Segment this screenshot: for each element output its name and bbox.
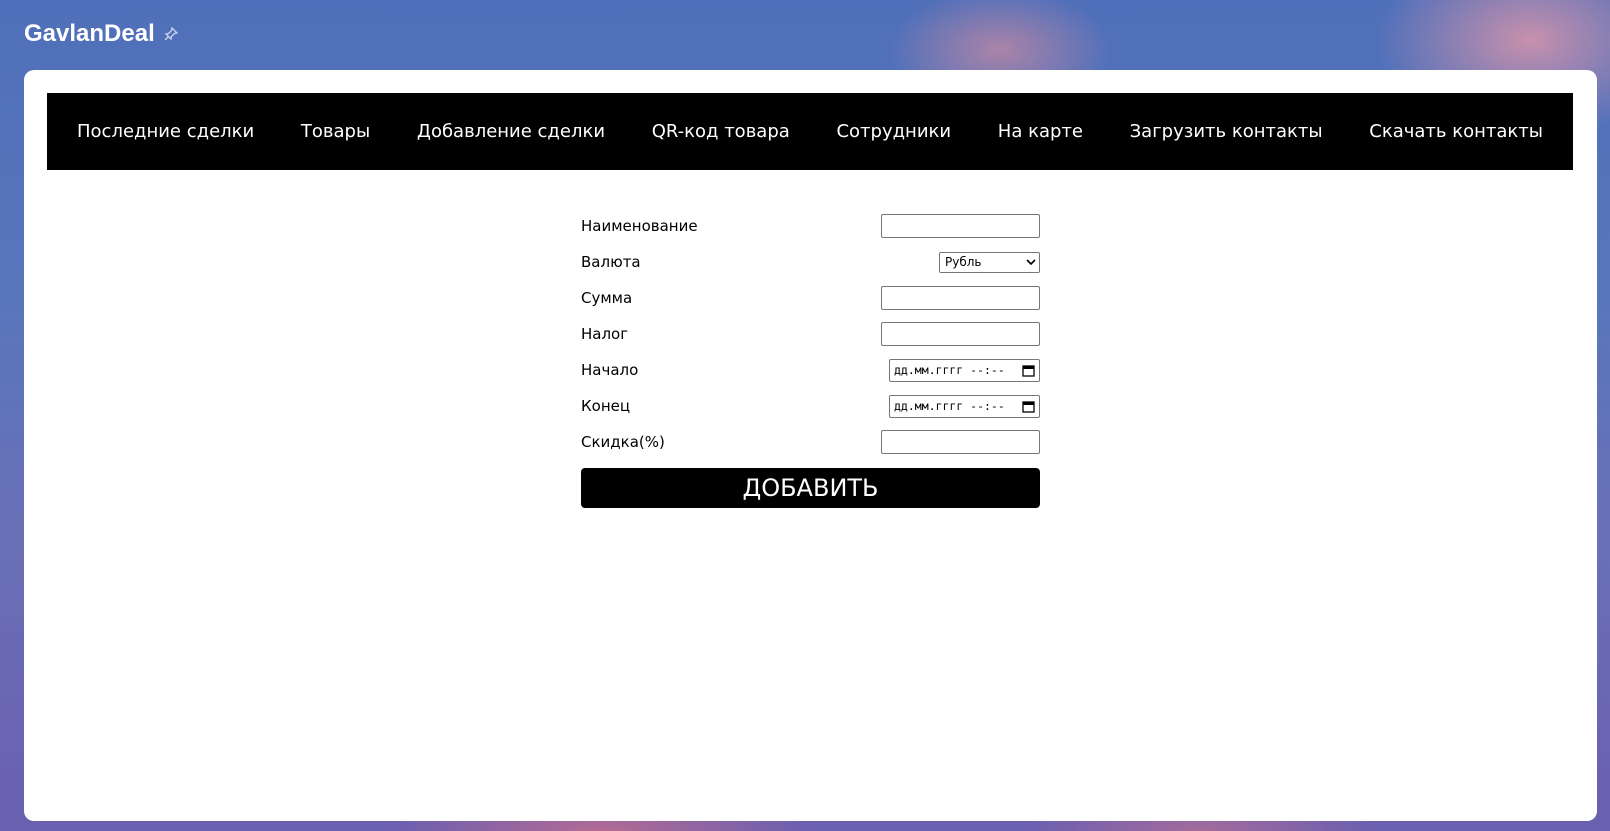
nav-item-recent-deals[interactable]: Последние сделки (77, 121, 254, 142)
nav-item-qr-code[interactable]: QR-код товара (652, 121, 790, 142)
nav-bar: Последние сделки Товары Добавление сделк… (47, 93, 1573, 170)
tax-row: Налог (581, 316, 1040, 352)
nav-item-upload-contacts[interactable]: Загрузить контакты (1130, 121, 1323, 142)
calendar-icon[interactable] (1022, 400, 1035, 413)
nav-item-download-contacts[interactable]: Скачать контакты (1369, 121, 1543, 142)
name-label: Наименование (581, 217, 698, 235)
name-row: Наименование (581, 208, 1040, 244)
currency-selected-value: Рубль (945, 255, 982, 269)
currency-label: Валюта (581, 253, 641, 271)
nav-item-add-deal[interactable]: Добавление сделки (417, 121, 605, 142)
end-datetime-input[interactable]: дд.мм.гггг --:-- (889, 394, 1040, 418)
end-row: Конец дд.мм.гггг --:-- (581, 388, 1040, 424)
end-datetime-placeholder: дд.мм.гггг --:-- (894, 399, 1005, 413)
sum-input[interactable] (881, 286, 1040, 310)
start-label: Начало (581, 361, 639, 379)
start-datetime-placeholder: дд.мм.гггг --:-- (894, 363, 1005, 377)
discount-row: Скидка(%) (581, 424, 1040, 460)
discount-label: Скидка(%) (581, 433, 665, 451)
currency-row: Валюта Рубль (581, 244, 1040, 280)
discount-input[interactable] (881, 430, 1040, 454)
start-datetime-input[interactable]: дд.мм.гггг --:-- (889, 358, 1040, 382)
nav-item-employees[interactable]: Сотрудники (836, 121, 951, 142)
add-button[interactable]: ДОБАВИТЬ (581, 468, 1040, 508)
start-row: Начало дд.мм.гггг --:-- (581, 352, 1040, 388)
currency-select[interactable]: Рубль (939, 251, 1040, 273)
tax-label: Налог (581, 325, 629, 343)
nav-item-map[interactable]: На карте (998, 121, 1083, 142)
end-label: Конец (581, 397, 631, 415)
pin-icon[interactable] (163, 26, 179, 42)
main-card: Последние сделки Товары Добавление сделк… (24, 70, 1597, 821)
app-title: GavlanDeal (24, 20, 155, 47)
app-header: GavlanDeal (24, 16, 179, 52)
sum-row: Сумма (581, 280, 1040, 316)
tax-input[interactable] (881, 322, 1040, 346)
chevron-down-icon (1026, 255, 1036, 269)
calendar-icon[interactable] (1022, 364, 1035, 377)
sum-label: Сумма (581, 289, 633, 307)
name-input[interactable] (881, 214, 1040, 238)
nav-item-products[interactable]: Товары (301, 121, 370, 142)
add-deal-form: Наименование Валюта Рубль Сумма Налог На… (581, 208, 1040, 508)
